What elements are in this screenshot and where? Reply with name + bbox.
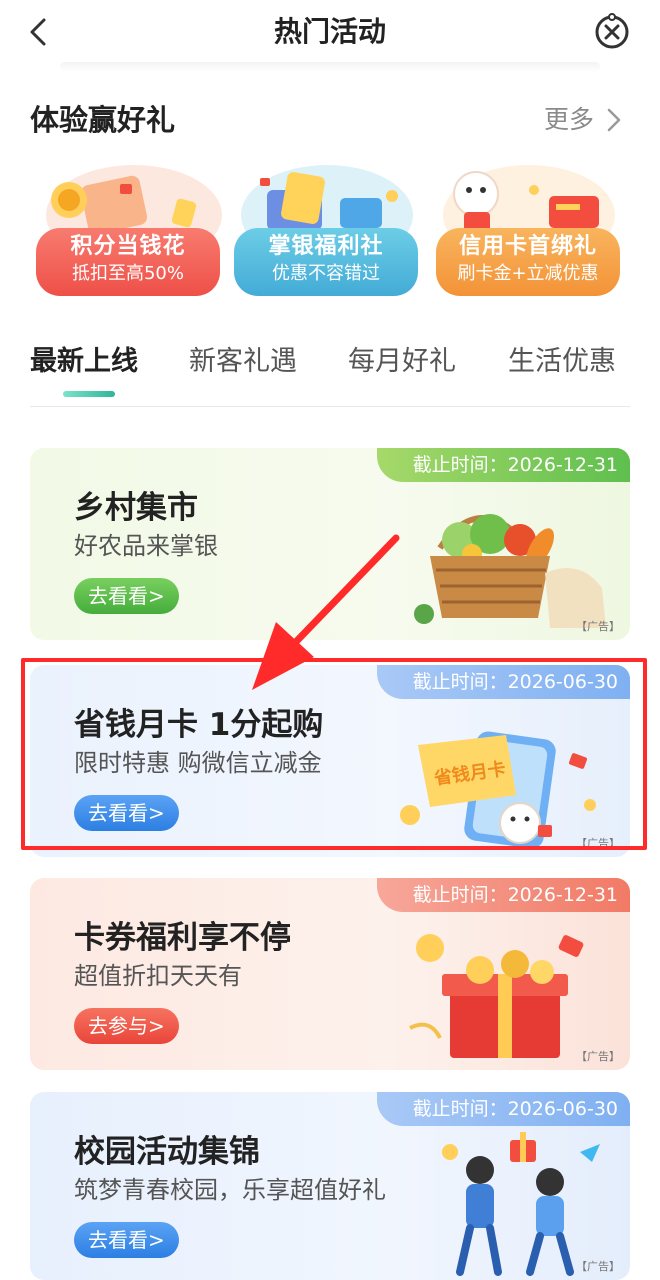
active-tab-indicator: [63, 391, 115, 397]
card-action-button[interactable]: 去参与>: [74, 1008, 179, 1044]
highlight-box: [21, 658, 647, 850]
section-title-experience: 体验赢好礼: [30, 103, 176, 137]
deadline-badge: 截止时间：2026-12-31: [376, 448, 630, 482]
ad-label: 【广告】: [576, 620, 620, 633]
promo-credit-card[interactable]: 信用卡首绑礼 刷卡金+立减优惠: [434, 160, 624, 300]
activity-card-coupon-welfare[interactable]: 截止时间：2026-12-31 卡券福利享不停 超值折扣天天有 去参与> 【广告…: [30, 878, 630, 1070]
category-tabs: 最新上线 新客礼遇 每月好礼 生活优惠: [30, 340, 630, 407]
close-circle-icon: [595, 13, 629, 49]
card-action-button[interactable]: 去看看>: [74, 1222, 179, 1258]
top-bar: 热门活动: [0, 0, 660, 64]
page-title: 热门活动: [273, 15, 386, 48]
card-action-button[interactable]: 去看看>: [74, 578, 179, 614]
activity-card-village-market[interactable]: 截止时间：2026-12-31 乡村集市 好农品来掌银 去看看> 【广告】: [30, 448, 630, 640]
promo-welfare-title: 掌银福利社: [268, 234, 384, 259]
promo-credit-card-subtitle: 刷卡金+立减优惠: [457, 263, 599, 284]
tab-monthly-gift[interactable]: 每月好礼: [348, 340, 456, 384]
close-mini-program-button[interactable]: [592, 12, 632, 52]
more-link[interactable]: 更多: [544, 100, 622, 140]
tab-latest[interactable]: 最新上线: [30, 340, 138, 384]
promo-points[interactable]: 积分当钱花 抵扣至高50%: [34, 160, 224, 300]
promo-welfare[interactable]: 掌银福利社 优惠不容错过: [232, 160, 422, 300]
ad-label: 【广告】: [576, 1260, 620, 1273]
tab-new-customer[interactable]: 新客礼遇: [189, 340, 297, 384]
deadline-badge: 截止时间：2026-12-31: [376, 878, 630, 912]
promo-points-pill: 积分当钱花 抵扣至高50%: [36, 228, 220, 296]
promo-credit-card-pill: 信用卡首绑礼 刷卡金+立减优惠: [436, 228, 620, 296]
card-title: 卡券福利享不停: [74, 920, 291, 956]
promo-points-title: 积分当钱花: [70, 234, 186, 259]
more-label: 更多: [544, 105, 595, 134]
tab-life-offers[interactable]: 生活优惠: [508, 340, 616, 384]
card-subtitle: 好农品来掌银: [74, 532, 218, 560]
gift-box-illustration: [409, 934, 584, 1058]
vegetable-basket-illustration: [414, 514, 606, 628]
card-title: 乡村集市: [74, 490, 198, 526]
campus-students-illustration: [442, 1132, 600, 1276]
ad-label: 【广告】: [576, 1050, 620, 1063]
deadline-badge: 截止时间：2026-06-30: [376, 1092, 630, 1126]
header-divider: [60, 62, 600, 72]
card-title: 校园活动集锦: [74, 1134, 260, 1170]
activity-card-campus[interactable]: 截止时间：2026-06-30 校园活动集锦 筑梦青春校园，乐享超值好礼 去看看…: [30, 1092, 630, 1280]
promo-welfare-subtitle: 优惠不容错过: [272, 263, 380, 284]
chevron-right-icon: [607, 108, 621, 132]
promo-credit-card-title: 信用卡首绑礼: [458, 234, 597, 259]
promo-points-subtitle: 抵扣至高50%: [71, 263, 184, 284]
card-subtitle: 超值折扣天天有: [74, 962, 242, 990]
promo-welfare-pill: 掌银福利社 优惠不容错过: [234, 228, 418, 296]
card-subtitle: 筑梦青春校园，乐享超值好礼: [74, 1176, 386, 1204]
